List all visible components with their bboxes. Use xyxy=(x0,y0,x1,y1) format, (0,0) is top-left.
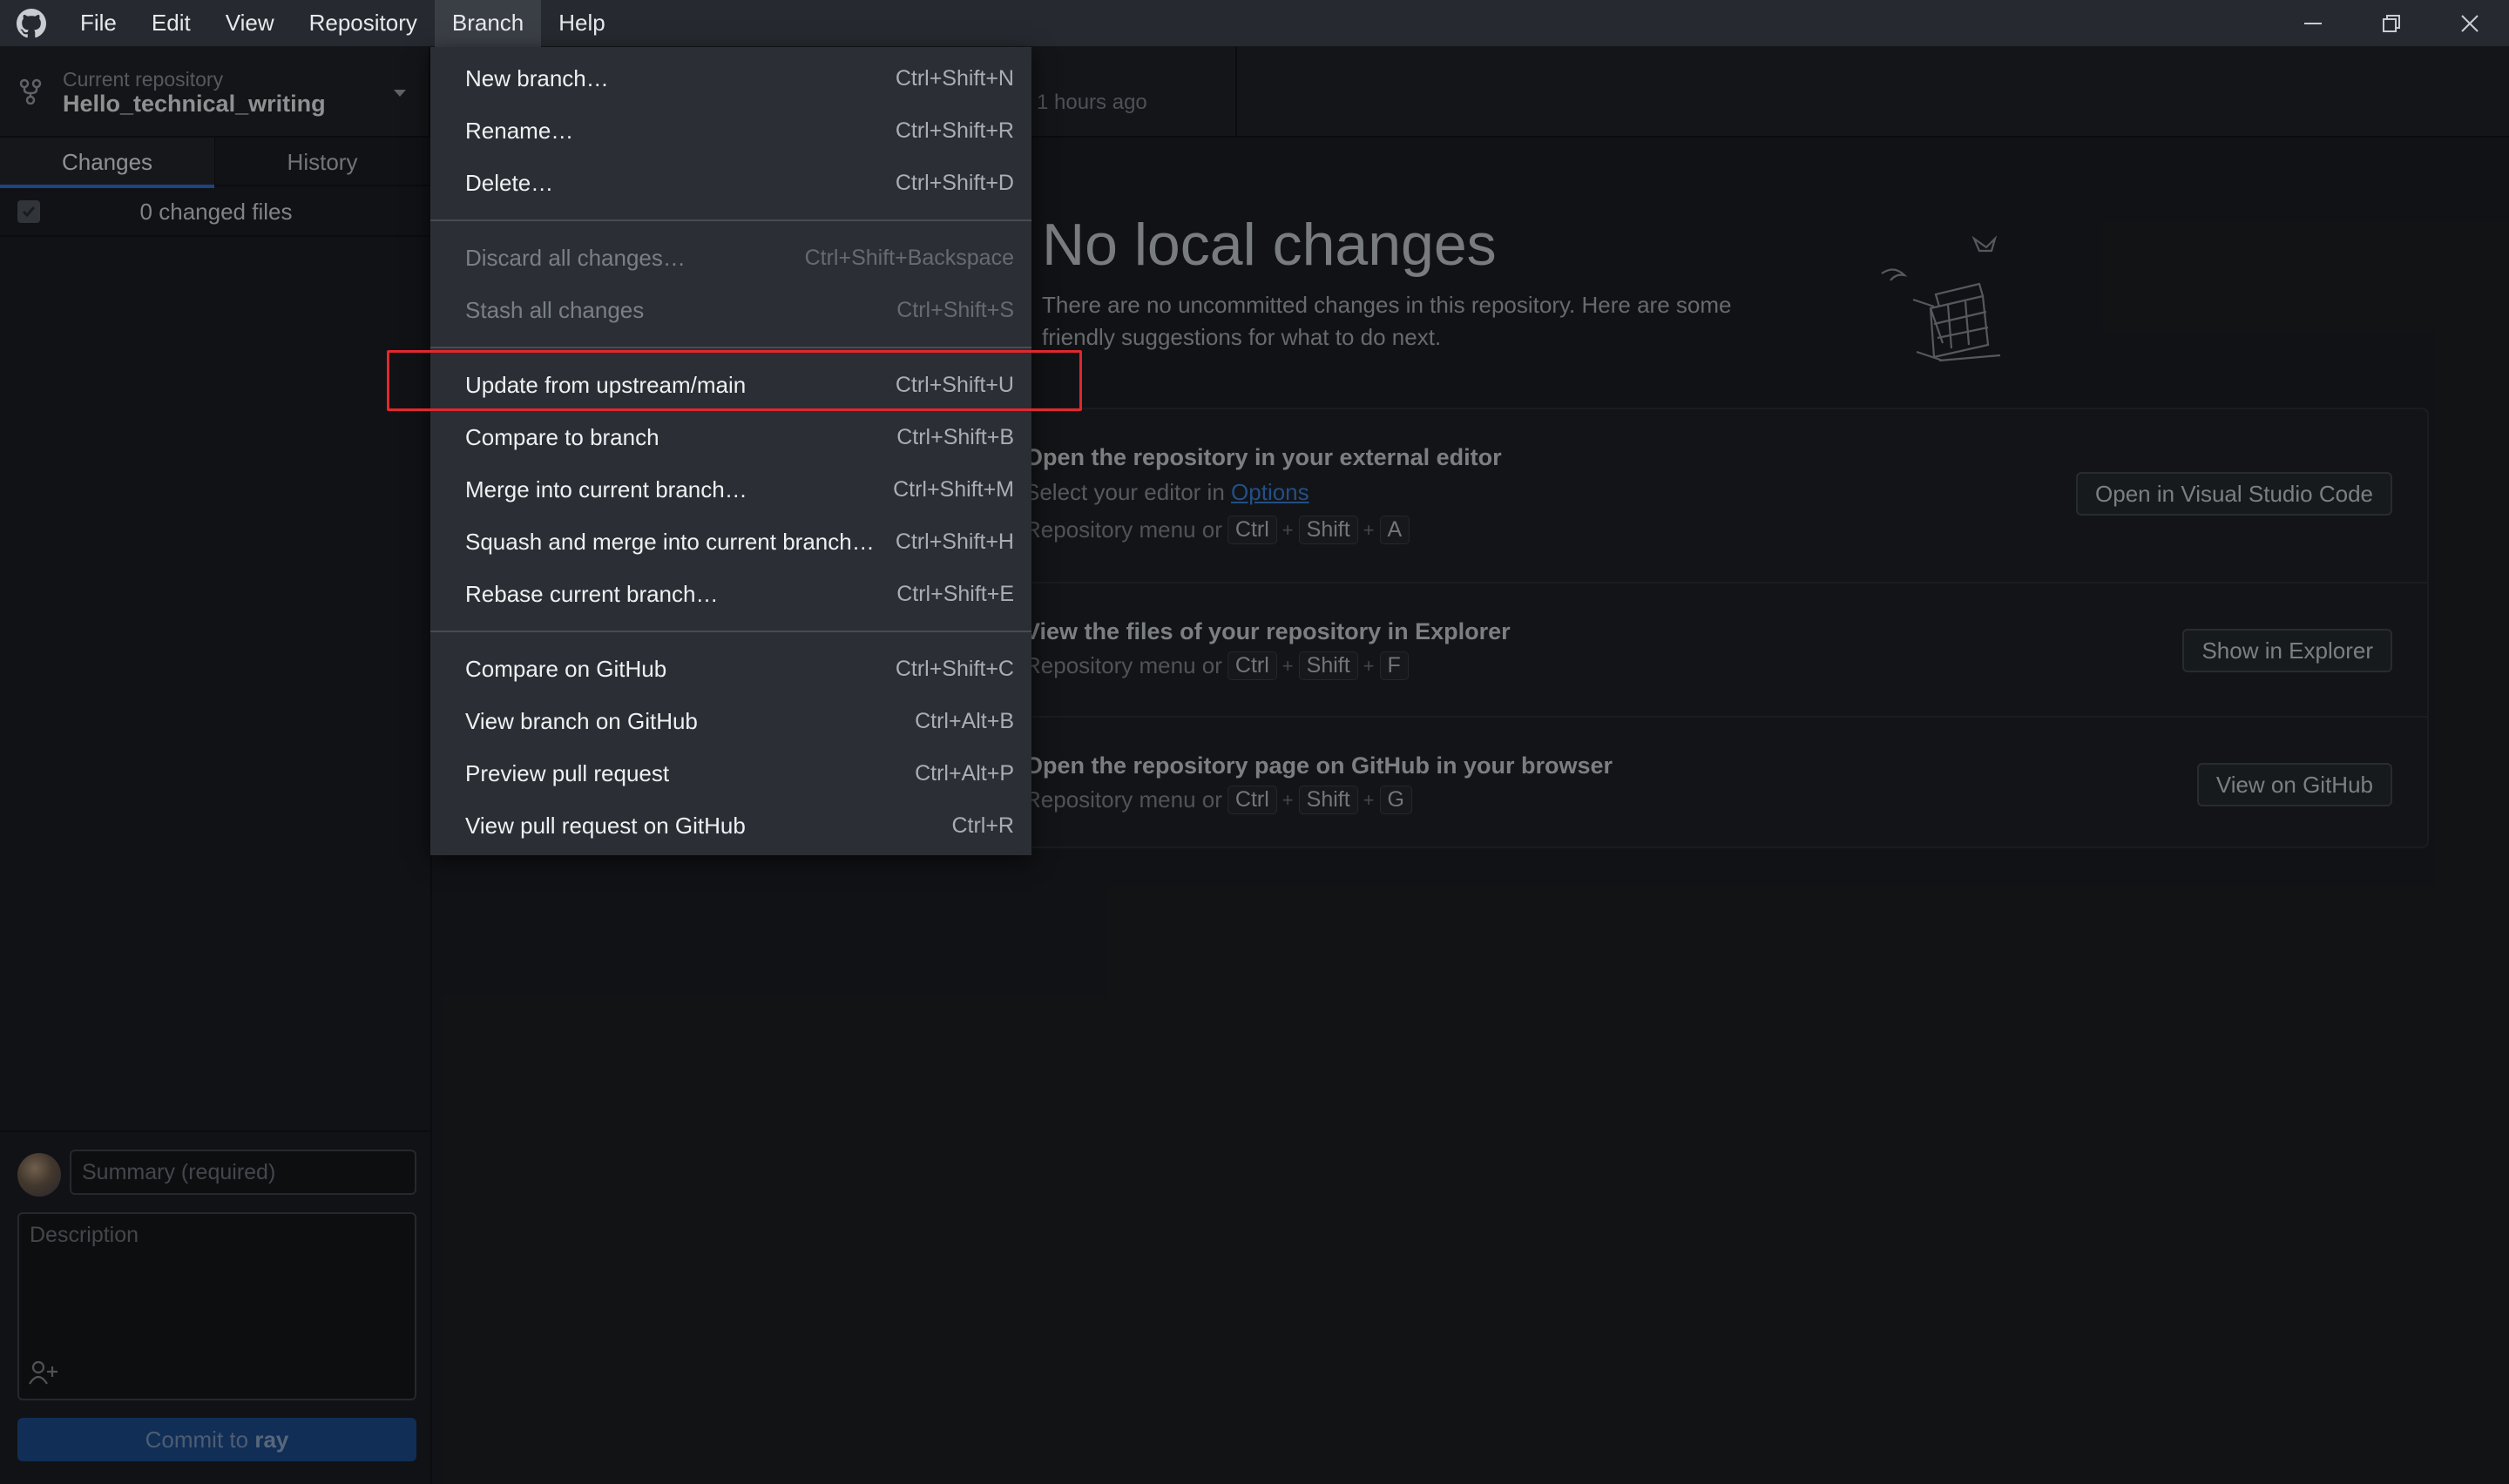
menu-item-preview-pull-request[interactable]: Preview pull request Ctrl+Alt+P xyxy=(430,747,1031,799)
menu-separator xyxy=(430,219,1031,221)
menu-item-stash-all-changes: Stash all changes Ctrl+Shift+S xyxy=(430,284,1031,336)
menu-repository[interactable]: Repository xyxy=(292,0,435,47)
menu-item-compare-to-branch[interactable]: Compare to branch Ctrl+Shift+B xyxy=(430,411,1031,463)
branch-menu-dropdown: New branch… Ctrl+Shift+N Rename… Ctrl+Shift… xyxy=(430,47,1031,855)
menu-item-rebase-current-branch[interactable]: Rebase current branch… Ctrl+Shift+E xyxy=(430,568,1031,620)
menu-item-shortcut: Ctrl+Shift+S xyxy=(896,297,1014,322)
menu-item-label: Merge into current branch… xyxy=(465,476,747,503)
menu-item-update-from-upstream-main[interactable]: Update from upstream/main Ctrl+Shift+U xyxy=(430,359,1031,411)
menu-item-label: Update from upstream/main xyxy=(465,371,747,398)
menu-item-label: View branch on GitHub xyxy=(465,707,698,734)
menu-item-merge-into-current-branch[interactable]: Merge into current branch… Ctrl+Shift+M xyxy=(430,463,1031,516)
github-desktop-window: File Edit View Repository Branch Help Cu… xyxy=(0,0,2509,1484)
menu-item-shortcut: Ctrl+Shift+C xyxy=(895,656,1014,681)
menu-item-shortcut: Ctrl+Shift+H xyxy=(895,529,1014,554)
menu-item-shortcut: Ctrl+Shift+R xyxy=(895,118,1014,143)
restore-icon[interactable] xyxy=(2352,0,2431,47)
menu-item-label: Rename… xyxy=(465,117,574,144)
menu-item-delete[interactable]: Delete… Ctrl+Shift+D xyxy=(430,157,1031,209)
minimize-icon[interactable] xyxy=(2274,0,2352,47)
menu-item-squash-and-merge-into-current-branch[interactable]: Squash and merge into current branch… Ctr… xyxy=(430,516,1031,568)
menu-file[interactable]: File xyxy=(63,0,134,47)
menu-edit[interactable]: Edit xyxy=(134,0,208,47)
title-bar: File Edit View Repository Branch Help xyxy=(0,0,2509,47)
menu-item-label: Stash all changes xyxy=(465,296,645,323)
menu-item-shortcut: Ctrl+Alt+P xyxy=(915,760,1014,786)
menu-item-view-branch-on-github[interactable]: View branch on GitHub Ctrl+Alt+B xyxy=(430,695,1031,747)
menu-item-label: New branch… xyxy=(465,64,609,91)
menu-item-label: Compare to branch xyxy=(465,423,659,450)
menu-separator xyxy=(430,347,1031,348)
github-logo-icon xyxy=(0,0,63,47)
menu-item-shortcut: Ctrl+Shift+M xyxy=(893,476,1014,502)
menu-item-label: Compare on GitHub xyxy=(465,655,667,682)
menu-item-shortcut: Ctrl+Shift+D xyxy=(895,170,1014,195)
menu-item-label: Preview pull request xyxy=(465,759,670,786)
menu-backdrop[interactable] xyxy=(0,47,2509,1484)
menu-item-view-pull-request-on-github[interactable]: View pull request on GitHub Ctrl+R xyxy=(430,799,1031,852)
menu-item-rename[interactable]: Rename… Ctrl+Shift+R xyxy=(430,105,1031,157)
menu-item-label: Squash and merge into current branch… xyxy=(465,528,875,555)
menu-item-shortcut: Ctrl+Shift+E xyxy=(896,581,1014,606)
menu-item-new-branch[interactable]: New branch… Ctrl+Shift+N xyxy=(430,52,1031,105)
menu-item-shortcut: Ctrl+Shift+B xyxy=(896,424,1014,449)
menu-item-label: Delete… xyxy=(465,169,554,196)
menu-item-compare-on-github[interactable]: Compare on GitHub Ctrl+Shift+C xyxy=(430,643,1031,695)
menu-bar: File Edit View Repository Branch Help xyxy=(63,0,623,47)
close-icon[interactable] xyxy=(2431,0,2509,47)
menu-item-shortcut: Ctrl+Alt+B xyxy=(915,708,1014,733)
menu-item-label: Discard all changes… xyxy=(465,244,686,271)
menu-branch[interactable]: Branch xyxy=(434,0,542,47)
window-controls xyxy=(2274,0,2509,47)
menu-item-discard-all-changes: Discard all changes… Ctrl+Shift+Backspace xyxy=(430,232,1031,284)
menu-item-shortcut: Ctrl+R xyxy=(951,813,1014,838)
menu-item-label: Rebase current branch… xyxy=(465,580,719,607)
menu-item-shortcut: Ctrl+Shift+U xyxy=(895,372,1014,397)
menu-help[interactable]: Help xyxy=(541,0,622,47)
menu-separator xyxy=(430,631,1031,632)
menu-view[interactable]: View xyxy=(208,0,292,47)
menu-item-label: View pull request on GitHub xyxy=(465,812,746,839)
menu-item-shortcut: Ctrl+Shift+N xyxy=(895,65,1014,91)
menu-item-shortcut: Ctrl+Shift+Backspace xyxy=(804,245,1014,270)
